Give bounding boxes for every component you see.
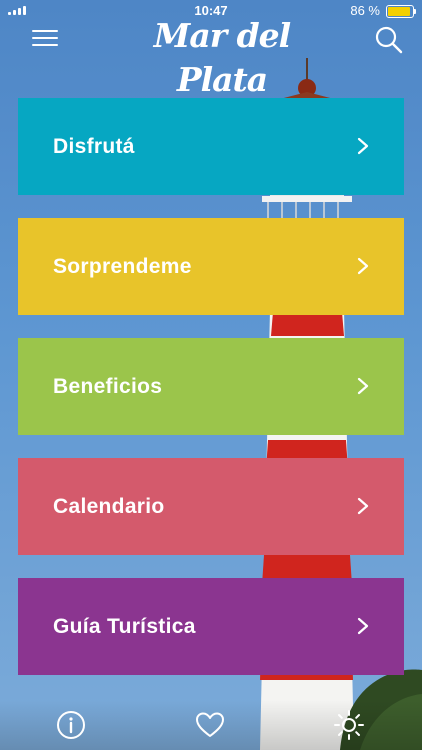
- search-icon[interactable]: [374, 25, 404, 55]
- menu-item-guia-turistica[interactable]: Guía Turística: [18, 578, 404, 675]
- chevron-right-icon: [357, 377, 369, 395]
- sun-icon[interactable]: [333, 709, 365, 741]
- menu-item-label: Sorprendeme: [53, 255, 192, 278]
- menu-item-disfruta[interactable]: Disfrutá: [18, 98, 404, 195]
- chevron-right-icon: [357, 257, 369, 275]
- heart-icon[interactable]: [194, 709, 226, 741]
- menu-item-calendario[interactable]: Calendario: [18, 458, 404, 555]
- chevron-right-icon: [357, 137, 369, 155]
- bottom-toolbar: [0, 700, 422, 750]
- battery-icon: [386, 5, 416, 18]
- chevron-right-icon: [357, 497, 369, 515]
- app-header: Mar del Plata: [0, 16, 422, 99]
- app-logo: Mar del Plata: [153, 16, 291, 99]
- info-icon[interactable]: [55, 709, 87, 741]
- menu-item-label: Guía Turística: [53, 615, 196, 638]
- menu-item-sorprendeme[interactable]: Sorprendeme: [18, 218, 404, 315]
- menu-item-label: Disfrutá: [53, 135, 135, 158]
- menu-item-beneficios[interactable]: Beneficios: [18, 338, 404, 435]
- hamburger-menu-icon[interactable]: [32, 27, 58, 49]
- menu-item-label: Calendario: [53, 495, 165, 518]
- menu-item-label: Beneficios: [53, 375, 163, 398]
- battery-percentage: 86 %: [350, 3, 380, 18]
- chevron-right-icon: [357, 617, 369, 635]
